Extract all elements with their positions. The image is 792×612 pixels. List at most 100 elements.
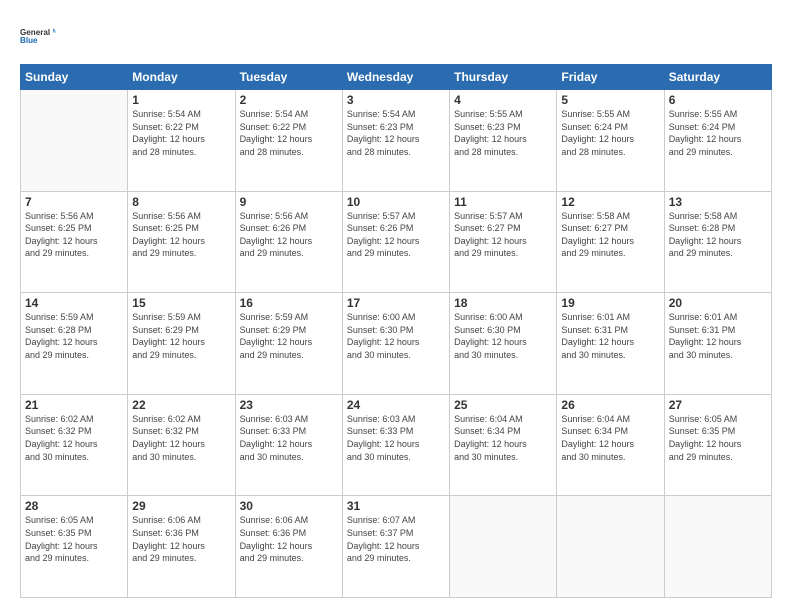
day-info: Sunrise: 5:54 AM Sunset: 6:22 PM Dayligh…: [240, 108, 338, 158]
day-number: 14: [25, 296, 123, 310]
calendar-day-11: 11Sunrise: 5:57 AM Sunset: 6:27 PM Dayli…: [450, 191, 557, 293]
day-info: Sunrise: 5:59 AM Sunset: 6:28 PM Dayligh…: [25, 311, 123, 361]
calendar-day-18: 18Sunrise: 6:00 AM Sunset: 6:30 PM Dayli…: [450, 293, 557, 395]
day-number: 26: [561, 398, 659, 412]
calendar-week-row: 7Sunrise: 5:56 AM Sunset: 6:25 PM Daylig…: [21, 191, 772, 293]
calendar-day-28: 28Sunrise: 6:05 AM Sunset: 6:35 PM Dayli…: [21, 496, 128, 598]
day-info: Sunrise: 5:54 AM Sunset: 6:23 PM Dayligh…: [347, 108, 445, 158]
day-number: 25: [454, 398, 552, 412]
calendar-day-10: 10Sunrise: 5:57 AM Sunset: 6:26 PM Dayli…: [342, 191, 449, 293]
col-header-wednesday: Wednesday: [342, 65, 449, 90]
calendar-day-7: 7Sunrise: 5:56 AM Sunset: 6:25 PM Daylig…: [21, 191, 128, 293]
calendar-empty-cell: [664, 496, 771, 598]
day-info: Sunrise: 6:01 AM Sunset: 6:31 PM Dayligh…: [561, 311, 659, 361]
day-number: 18: [454, 296, 552, 310]
day-info: Sunrise: 5:57 AM Sunset: 6:27 PM Dayligh…: [454, 210, 552, 260]
day-info: Sunrise: 6:07 AM Sunset: 6:37 PM Dayligh…: [347, 514, 445, 564]
day-number: 4: [454, 93, 552, 107]
calendar-day-2: 2Sunrise: 5:54 AM Sunset: 6:22 PM Daylig…: [235, 90, 342, 192]
calendar-day-8: 8Sunrise: 5:56 AM Sunset: 6:25 PM Daylig…: [128, 191, 235, 293]
calendar-day-1: 1Sunrise: 5:54 AM Sunset: 6:22 PM Daylig…: [128, 90, 235, 192]
day-info: Sunrise: 6:04 AM Sunset: 6:34 PM Dayligh…: [454, 413, 552, 463]
calendar-day-12: 12Sunrise: 5:58 AM Sunset: 6:27 PM Dayli…: [557, 191, 664, 293]
calendar-day-14: 14Sunrise: 5:59 AM Sunset: 6:28 PM Dayli…: [21, 293, 128, 395]
day-number: 3: [347, 93, 445, 107]
day-info: Sunrise: 5:56 AM Sunset: 6:26 PM Dayligh…: [240, 210, 338, 260]
calendar-day-21: 21Sunrise: 6:02 AM Sunset: 6:32 PM Dayli…: [21, 394, 128, 496]
day-number: 27: [669, 398, 767, 412]
day-info: Sunrise: 5:57 AM Sunset: 6:26 PM Dayligh…: [347, 210, 445, 260]
calendar-day-26: 26Sunrise: 6:04 AM Sunset: 6:34 PM Dayli…: [557, 394, 664, 496]
day-info: Sunrise: 6:03 AM Sunset: 6:33 PM Dayligh…: [347, 413, 445, 463]
day-number: 29: [132, 499, 230, 513]
calendar-day-5: 5Sunrise: 5:55 AM Sunset: 6:24 PM Daylig…: [557, 90, 664, 192]
day-number: 1: [132, 93, 230, 107]
day-number: 24: [347, 398, 445, 412]
day-number: 11: [454, 195, 552, 209]
day-number: 2: [240, 93, 338, 107]
day-info: Sunrise: 6:02 AM Sunset: 6:32 PM Dayligh…: [25, 413, 123, 463]
col-header-saturday: Saturday: [664, 65, 771, 90]
calendar-day-20: 20Sunrise: 6:01 AM Sunset: 6:31 PM Dayli…: [664, 293, 771, 395]
calendar-day-30: 30Sunrise: 6:06 AM Sunset: 6:36 PM Dayli…: [235, 496, 342, 598]
calendar-week-row: 28Sunrise: 6:05 AM Sunset: 6:35 PM Dayli…: [21, 496, 772, 598]
calendar-day-23: 23Sunrise: 6:03 AM Sunset: 6:33 PM Dayli…: [235, 394, 342, 496]
day-info: Sunrise: 6:05 AM Sunset: 6:35 PM Dayligh…: [25, 514, 123, 564]
day-number: 9: [240, 195, 338, 209]
calendar-empty-cell: [557, 496, 664, 598]
col-header-sunday: Sunday: [21, 65, 128, 90]
day-info: Sunrise: 6:04 AM Sunset: 6:34 PM Dayligh…: [561, 413, 659, 463]
day-info: Sunrise: 6:00 AM Sunset: 6:30 PM Dayligh…: [454, 311, 552, 361]
page: General Blue SundayMondayTuesdayWednesda…: [0, 0, 792, 612]
calendar-day-13: 13Sunrise: 5:58 AM Sunset: 6:28 PM Dayli…: [664, 191, 771, 293]
day-info: Sunrise: 6:06 AM Sunset: 6:36 PM Dayligh…: [240, 514, 338, 564]
calendar-day-3: 3Sunrise: 5:54 AM Sunset: 6:23 PM Daylig…: [342, 90, 449, 192]
day-number: 7: [25, 195, 123, 209]
col-header-thursday: Thursday: [450, 65, 557, 90]
calendar-week-row: 14Sunrise: 5:59 AM Sunset: 6:28 PM Dayli…: [21, 293, 772, 395]
col-header-friday: Friday: [557, 65, 664, 90]
day-number: 23: [240, 398, 338, 412]
day-number: 10: [347, 195, 445, 209]
day-number: 28: [25, 499, 123, 513]
calendar-empty-cell: [450, 496, 557, 598]
day-info: Sunrise: 6:06 AM Sunset: 6:36 PM Dayligh…: [132, 514, 230, 564]
svg-text:General: General: [20, 28, 50, 37]
calendar-day-17: 17Sunrise: 6:00 AM Sunset: 6:30 PM Dayli…: [342, 293, 449, 395]
day-info: Sunrise: 6:01 AM Sunset: 6:31 PM Dayligh…: [669, 311, 767, 361]
day-info: Sunrise: 5:56 AM Sunset: 6:25 PM Dayligh…: [132, 210, 230, 260]
logo-svg: General Blue: [20, 18, 56, 54]
day-info: Sunrise: 6:03 AM Sunset: 6:33 PM Dayligh…: [240, 413, 338, 463]
day-info: Sunrise: 5:59 AM Sunset: 6:29 PM Dayligh…: [240, 311, 338, 361]
day-info: Sunrise: 5:56 AM Sunset: 6:25 PM Dayligh…: [25, 210, 123, 260]
day-info: Sunrise: 5:58 AM Sunset: 6:28 PM Dayligh…: [669, 210, 767, 260]
col-header-tuesday: Tuesday: [235, 65, 342, 90]
calendar-day-16: 16Sunrise: 5:59 AM Sunset: 6:29 PM Dayli…: [235, 293, 342, 395]
day-number: 22: [132, 398, 230, 412]
day-info: Sunrise: 5:54 AM Sunset: 6:22 PM Dayligh…: [132, 108, 230, 158]
day-number: 20: [669, 296, 767, 310]
svg-text:Blue: Blue: [20, 36, 38, 45]
calendar-day-29: 29Sunrise: 6:06 AM Sunset: 6:36 PM Dayli…: [128, 496, 235, 598]
day-info: Sunrise: 6:05 AM Sunset: 6:35 PM Dayligh…: [669, 413, 767, 463]
calendar-day-27: 27Sunrise: 6:05 AM Sunset: 6:35 PM Dayli…: [664, 394, 771, 496]
day-number: 6: [669, 93, 767, 107]
calendar-day-4: 4Sunrise: 5:55 AM Sunset: 6:23 PM Daylig…: [450, 90, 557, 192]
day-number: 19: [561, 296, 659, 310]
calendar-week-row: 1Sunrise: 5:54 AM Sunset: 6:22 PM Daylig…: [21, 90, 772, 192]
calendar-day-25: 25Sunrise: 6:04 AM Sunset: 6:34 PM Dayli…: [450, 394, 557, 496]
calendar-week-row: 21Sunrise: 6:02 AM Sunset: 6:32 PM Dayli…: [21, 394, 772, 496]
calendar-header-row: SundayMondayTuesdayWednesdayThursdayFrid…: [21, 65, 772, 90]
calendar-table: SundayMondayTuesdayWednesdayThursdayFrid…: [20, 64, 772, 598]
logo: General Blue: [20, 18, 56, 54]
day-number: 16: [240, 296, 338, 310]
calendar-empty-cell: [21, 90, 128, 192]
calendar-day-24: 24Sunrise: 6:03 AM Sunset: 6:33 PM Dayli…: [342, 394, 449, 496]
calendar-day-22: 22Sunrise: 6:02 AM Sunset: 6:32 PM Dayli…: [128, 394, 235, 496]
day-number: 5: [561, 93, 659, 107]
day-info: Sunrise: 5:55 AM Sunset: 6:23 PM Dayligh…: [454, 108, 552, 158]
calendar-day-6: 6Sunrise: 5:55 AM Sunset: 6:24 PM Daylig…: [664, 90, 771, 192]
day-number: 17: [347, 296, 445, 310]
day-info: Sunrise: 5:58 AM Sunset: 6:27 PM Dayligh…: [561, 210, 659, 260]
calendar-day-15: 15Sunrise: 5:59 AM Sunset: 6:29 PM Dayli…: [128, 293, 235, 395]
